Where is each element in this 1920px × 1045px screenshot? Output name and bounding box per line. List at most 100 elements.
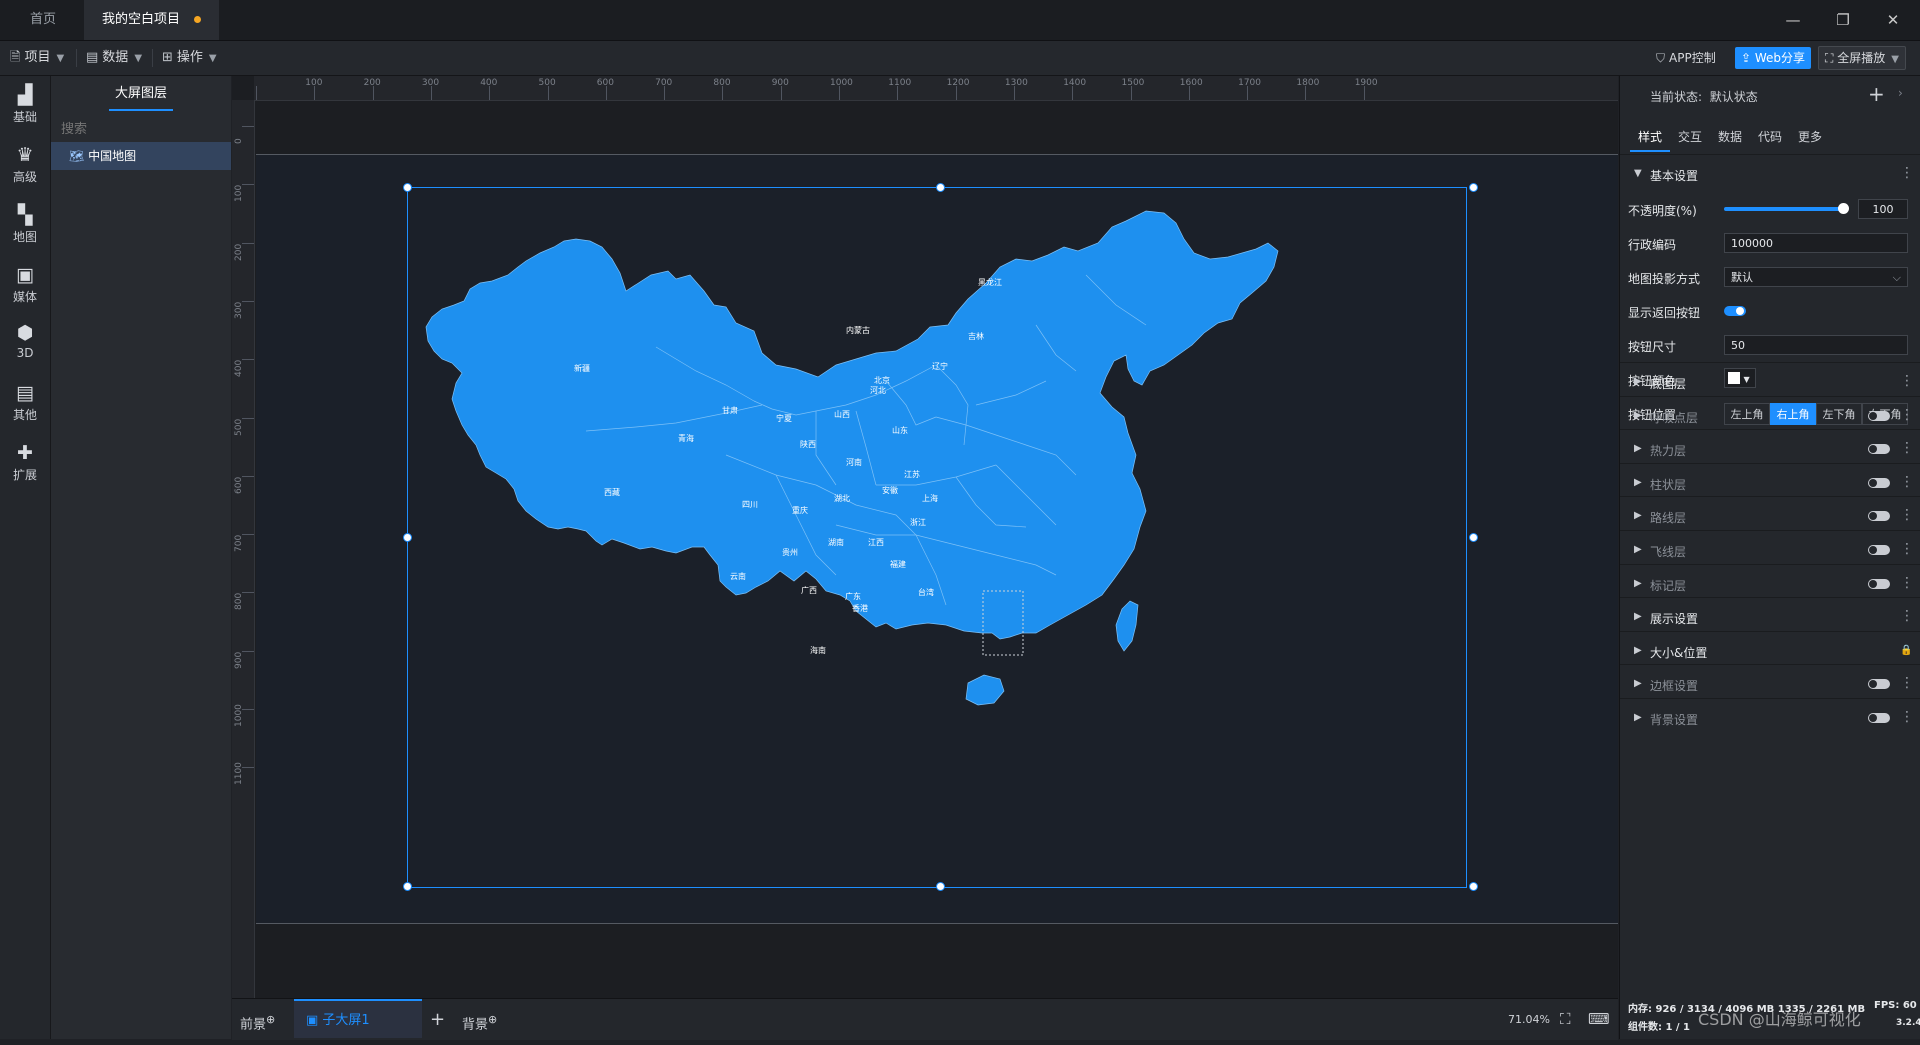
zoom-level[interactable]: 71.04% (1508, 999, 1550, 1040)
resize-handle-se[interactable] (1469, 882, 1478, 891)
ruler-tick (1130, 86, 1132, 100)
projection-select[interactable]: 默认 ⌵ (1724, 267, 1908, 287)
fit-screen-icon[interactable]: ⛶ (1560, 999, 1571, 1040)
layer-toggle[interactable] (1868, 679, 1890, 690)
add-circle-icon[interactable]: ⊕ (488, 1013, 497, 1026)
chevron-right-icon[interactable]: › (1898, 86, 1903, 100)
more-icon[interactable]: ⋮ (1900, 373, 1914, 389)
background-tab[interactable]: 背景⊕ (462, 999, 497, 1040)
tab-interaction[interactable]: 交互 (1678, 128, 1702, 145)
admin-code-input[interactable]: 100000 (1724, 233, 1908, 253)
ruler-tick (314, 86, 316, 100)
caret-right-icon: ▶ (1634, 712, 1642, 723)
button-size-input[interactable]: 50 (1724, 335, 1908, 355)
state-value[interactable]: 默认状态 (1710, 90, 1758, 104)
ruler-tick (605, 86, 607, 100)
resize-handle-ne[interactable] (1469, 183, 1478, 192)
title-bar: 首页 我的空白项目 — ❐ ✕ (0, 0, 1920, 41)
show-back-toggle[interactable] (1724, 306, 1746, 316)
opacity-label: 不透明度(%) (1628, 204, 1697, 218)
layer-toggle[interactable] (1868, 511, 1890, 522)
more-icon[interactable]: ⋮ (1900, 541, 1914, 557)
add-screen-button[interactable]: + (430, 999, 445, 1040)
resize-handle-n[interactable] (936, 183, 945, 192)
layer-search-input[interactable] (59, 116, 227, 144)
more-icon[interactable]: ⋮ (1900, 474, 1914, 490)
rail-extend[interactable]: ✚ 扩展 (0, 442, 50, 483)
tab-home[interactable]: 首页 (12, 0, 74, 40)
opacity-slider-handle[interactable] (1838, 203, 1849, 214)
rail-other[interactable]: ▤ 其他 (0, 382, 50, 423)
layer-toggle[interactable] (1868, 545, 1890, 555)
rail-advanced[interactable]: ♛ 高级 (0, 144, 50, 185)
layer-item[interactable]: 🗺 中国地图 (51, 142, 231, 170)
caret-right-icon: ▶ (1634, 510, 1642, 522)
add-state-button[interactable]: + (1868, 82, 1885, 106)
web-share-button[interactable]: ⇪ Web分享 (1735, 47, 1812, 69)
layers-title[interactable]: 大屏图层 (51, 76, 231, 112)
layer-toggle[interactable] (1868, 410, 1890, 421)
rail-map-label: 地图 (12, 230, 37, 244)
layer-toggle[interactable] (1868, 713, 1890, 723)
selection-box[interactable] (407, 187, 1467, 888)
more-icon[interactable]: ⋮ (1900, 675, 1914, 691)
foreground-tab[interactable]: 前景⊕ (240, 999, 275, 1040)
opacity-slider[interactable] (1724, 207, 1844, 211)
subscreen-tab[interactable]: ▣ 子大屏1 (294, 999, 422, 1038)
resize-handle-s[interactable] (936, 882, 945, 891)
ruler-label: 1300 (1004, 78, 1028, 88)
menu-data[interactable]: ▤ 数据 ▼ (86, 41, 142, 75)
rail-basic[interactable]: ▟ 基础 (0, 84, 50, 125)
ruler-label: 600 (596, 78, 614, 88)
artboard[interactable]: 新疆 西藏 青海 甘肃 内蒙古 黑龙江 吉林 辽宁 北京 河北 山西 宁夏 陕西 山东 河南 江苏 安徽 上海 湖北… (256, 154, 1618, 924)
ruler-label: 1100 (888, 78, 912, 88)
unsaved-dot-icon (194, 16, 202, 23)
rail-map[interactable]: ▚ 地图 (0, 204, 50, 245)
more-icon[interactable]: ⋮ (1900, 440, 1914, 456)
ruler-tick (1013, 86, 1015, 100)
resize-handle-nw[interactable] (403, 183, 412, 192)
section-label: 展示设置 (1650, 612, 1699, 627)
menu-project[interactable]: 🗎 项目 ▼ (10, 41, 64, 75)
resize-handle-w[interactable] (403, 533, 412, 542)
tab-code[interactable]: 代码 (1758, 128, 1782, 145)
minimize-button[interactable]: — (1770, 0, 1816, 40)
opacity-input[interactable]: 100 (1858, 199, 1908, 219)
close-button[interactable]: ✕ (1870, 0, 1916, 40)
lock-icon[interactable]: 🔒 (1900, 645, 1912, 656)
fullscreen-button[interactable]: ⛶ 全屏播放 ▼ (1818, 46, 1906, 70)
restore-button[interactable]: ❐ (1820, 0, 1866, 40)
layer-toggle[interactable] (1868, 444, 1890, 455)
add-circle-icon[interactable]: ⊕ (266, 1013, 275, 1026)
horizontal-ruler: 0100200300400500600700800900100011001200… (254, 76, 1618, 101)
more-icon[interactable]: ⋮ (1900, 575, 1914, 591)
keyboard-icon[interactable]: ⌨ (1588, 999, 1610, 1040)
more-icon[interactable]: ⋮ (1900, 407, 1914, 423)
tab-more[interactable]: 更多 (1798, 128, 1822, 145)
tab-style[interactable]: 样式 (1638, 128, 1662, 145)
section-basic[interactable]: ▼ 基本设置 ⋮ (1620, 154, 1920, 195)
more-icon[interactable]: ⋮ (1900, 608, 1914, 624)
tab-data[interactable]: 数据 (1718, 128, 1742, 145)
more-icon[interactable]: ⋮ (1900, 507, 1914, 523)
ruler-label: 300 (234, 301, 244, 319)
layer-toggle[interactable] (1868, 578, 1890, 589)
rail-3d[interactable]: ⬢ 3D (0, 322, 50, 360)
layer-toggle[interactable] (1868, 477, 1890, 488)
ruler-tick (1188, 86, 1190, 100)
section-11[interactable]: ▶ 背景设置 ⋮ (1620, 698, 1920, 739)
more-icon[interactable]: ⋮ (1900, 165, 1914, 181)
ruler-label: 900 (234, 651, 244, 669)
active-tab-indicator (109, 109, 173, 111)
resize-handle-e[interactable] (1469, 533, 1478, 542)
puzzle-icon: ✚ (17, 442, 33, 464)
tab-project[interactable]: 我的空白项目 (84, 0, 220, 40)
resize-handle-sw[interactable] (403, 882, 412, 891)
app-control-button[interactable]: ⛉ APP控制 (1656, 41, 1716, 75)
more-icon[interactable]: ⋮ (1900, 709, 1914, 725)
component-rail: ▟ 基础 ♛ 高级 ▚ 地图 ▣ 媒体 ⬢ 3D ▤ 其他 ✚ 扩展 (0, 76, 51, 1039)
rail-media[interactable]: ▣ 媒体 (0, 264, 50, 305)
menu-operate[interactable]: ⊞ 操作 ▼ (162, 41, 217, 75)
ruler-label: 900 (771, 78, 789, 88)
ruler-label: 500 (234, 418, 244, 436)
